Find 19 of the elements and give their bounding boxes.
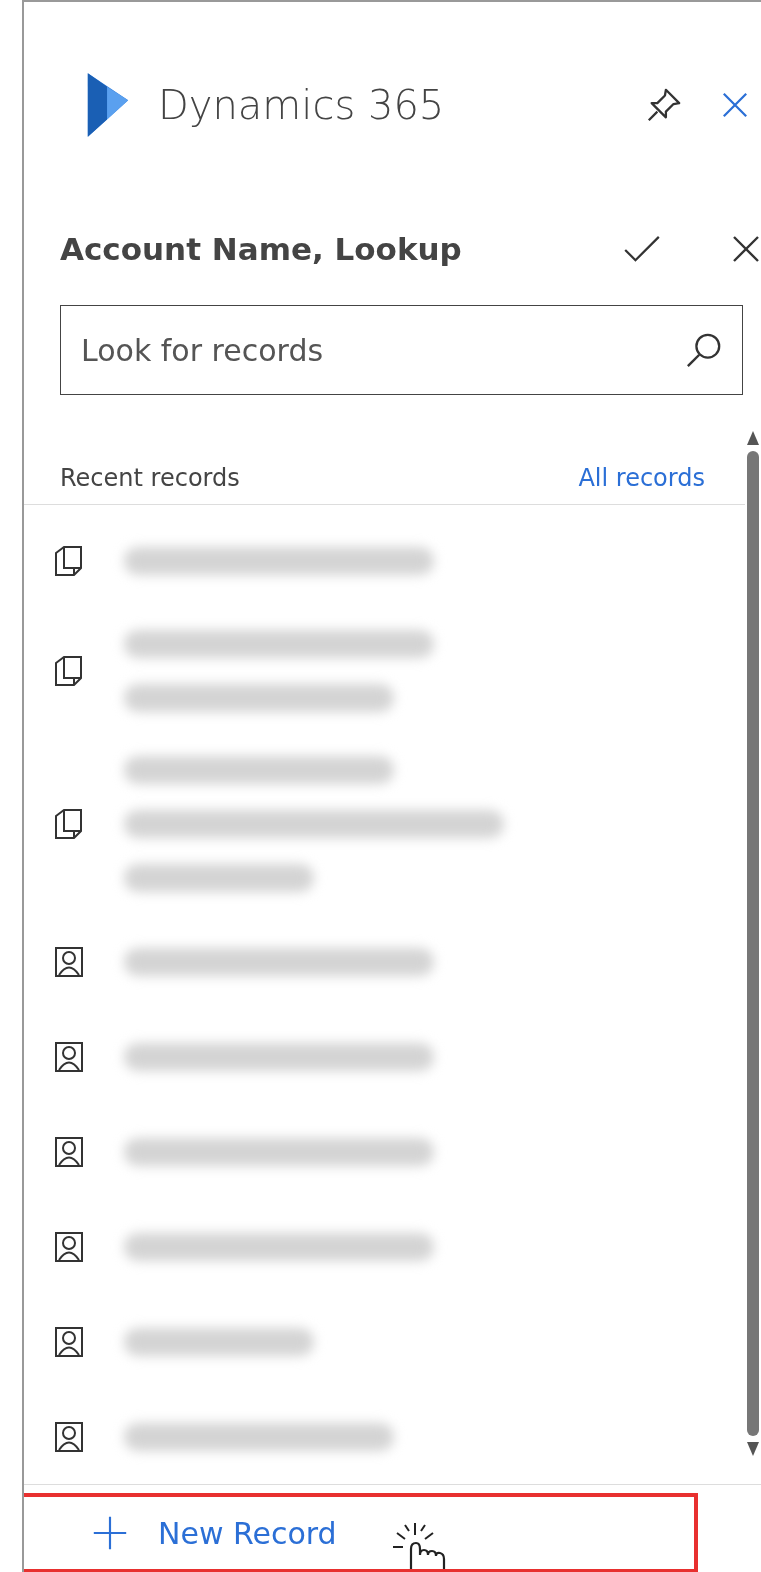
contact-icon — [54, 1135, 84, 1168]
recent-records-label: Recent records — [60, 463, 240, 492]
contact-icon — [54, 1040, 84, 1073]
lookup-title: Account Name, Lookup — [60, 231, 463, 267]
search-icon[interactable] — [685, 331, 723, 369]
check-icon[interactable] — [623, 235, 661, 263]
all-records-link[interactable]: All records — [578, 463, 705, 492]
account-icon — [54, 655, 84, 687]
close-icon[interactable] — [731, 234, 761, 264]
contact-icon — [54, 1230, 84, 1263]
contact-icon — [54, 945, 84, 978]
search-field[interactable]: Look for records — [60, 305, 743, 395]
account-icon — [54, 544, 84, 577]
new-record-button[interactable]: New Record — [24, 1493, 698, 1572]
contact-icon — [54, 1325, 84, 1358]
account-icon — [54, 808, 84, 840]
plus-icon — [92, 1515, 128, 1551]
contact-icon — [54, 1420, 84, 1453]
app-title: Dynamics 365 — [158, 81, 446, 128]
